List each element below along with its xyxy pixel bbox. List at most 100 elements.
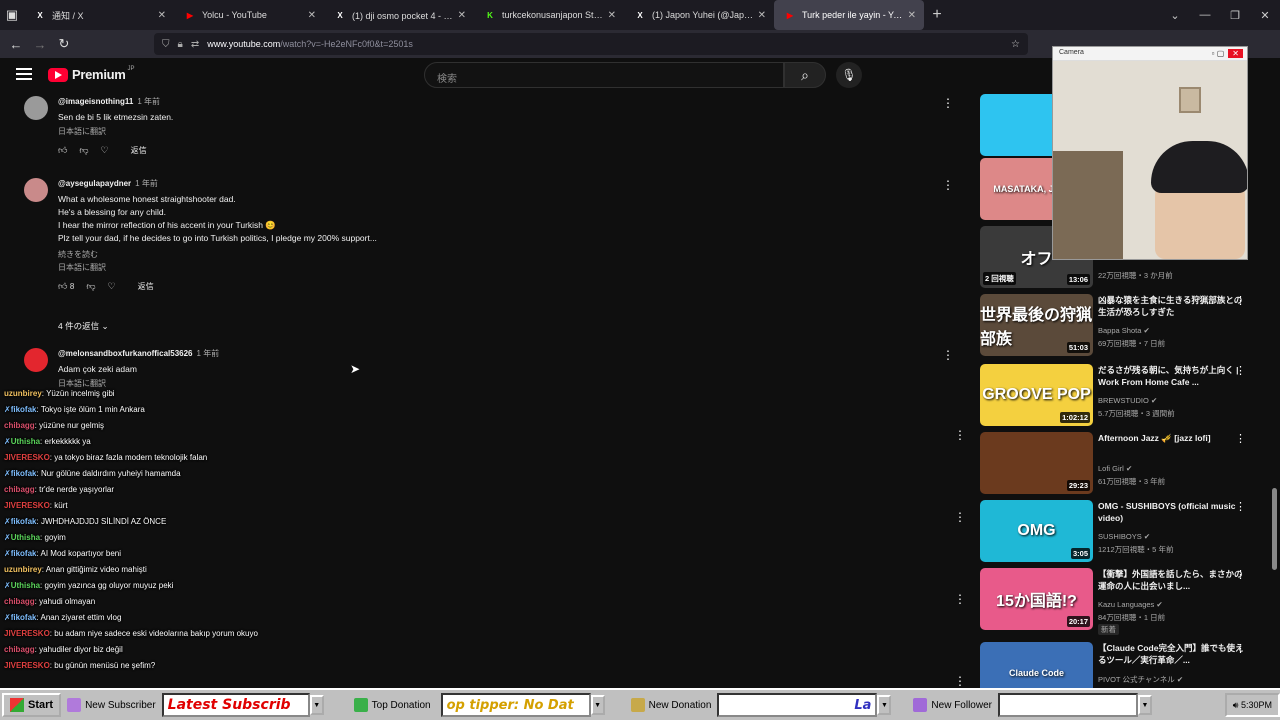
close-tab-icon[interactable]: ✕ [308,10,316,21]
dropdown-arrow-icon[interactable]: ▼ [1137,695,1152,715]
comment-time[interactable]: 1 年前 [137,97,160,106]
close-tab-icon[interactable]: ✕ [608,10,616,21]
browser-tab[interactable]: X (1) dji osmo pocket 4 - 検索 / X ✕ [324,0,474,30]
read-more-link[interactable]: 続きを読む [58,249,908,260]
camera-titlebar[interactable]: Camera ▫ ▢ ✕ [1053,47,1247,61]
search-icon[interactable]: ⌕ [784,62,826,88]
new-follower-widget[interactable]: New Follower [907,693,998,717]
comment-author[interactable]: @melonsandboxfurkanoffical53626 1 年前 [58,348,908,359]
camera-window[interactable]: Camera ▫ ▢ ✕ [1052,46,1248,260]
comment-author[interactable]: @imageisnothing11 1 年前 [58,96,908,107]
chat-username[interactable]: fikofak [11,549,37,558]
video-thumbnail[interactable]: 15か国語!? 20:17 [980,568,1093,630]
back-icon[interactable]: ← [4,37,28,52]
channel-name[interactable]: Kazu Languages ✔ [1098,600,1163,609]
close-tab-icon[interactable]: ✕ [158,10,166,21]
more-options-icon[interactable]: ⋮ [1235,568,1246,581]
avatar[interactable] [24,348,48,372]
more-options-icon[interactable]: ⋮ [1235,432,1246,445]
chat-username[interactable]: Uthisha [11,437,40,446]
avatar[interactable] [24,178,48,202]
channel-name[interactable]: Bappa Shota ✔ [1098,326,1150,335]
video-title[interactable]: OMG - SUSHIBOYS (official music video) [1098,500,1246,524]
more-options-icon[interactable]: ⋮ [942,348,954,362]
chat-username[interactable]: chibagg [4,421,35,430]
address-bar[interactable]: ⛉ 🔒︎ ⇄ www.youtube.com/watch?v=-He2eNFc0… [154,33,1028,55]
more-options-icon[interactable]: ⋮ [954,592,970,606]
lock-icon[interactable]: 🔒︎ [178,39,183,50]
reload-icon[interactable]: ↻ [52,36,76,52]
sidebar-video[interactable]: Claude Code 【Claude Code完全入門】誰でも使えるツール／実行… [980,642,1266,688]
chat-username[interactable]: JIVERESKO [4,629,50,638]
video-title[interactable]: 【Claude Code完全入門】誰でも使えるツール／実行革命／... [1098,642,1246,666]
sidebar-video[interactable]: GROOVE POP 1:02:12 だるさが残る朝に、気持ちが上向く | Work… [980,364,1266,428]
channel-name[interactable]: PIVOT 公式チャンネル ✔ [1098,674,1183,685]
heart-icon[interactable]: ♡ [101,145,109,156]
microphone-icon[interactable]: 🎙︎ [836,62,862,88]
chat-username[interactable]: fikofak [11,469,37,478]
browser-tab[interactable]: Kturkcekonusanjapon Stream - V ✕ [474,0,624,30]
dropdown-arrow-icon[interactable]: ▼ [590,695,605,715]
permissions-icon[interactable]: ⇄ [191,39,199,50]
more-options-icon[interactable]: ⋮ [1235,642,1246,655]
more-options-icon[interactable]: ⋮ [1235,294,1246,307]
comment-author[interactable]: @aysegulapaydner 1 年前 [58,178,908,189]
comment-handle[interactable]: @aysegulapaydner [58,179,131,188]
video-title[interactable]: だるさが残る朝に、気持ちが上向く | Work From Home Cafe .… [1098,364,1246,388]
comment-time[interactable]: 1 年前 [135,179,158,188]
start-button[interactable]: Start [2,693,62,717]
search-input[interactable]: 検索 [424,62,784,88]
sidebar-video[interactable]: 世界最後の狩猟部族 51:03 凶暴な猿を主食に生きる狩猟部族との生活が恐ろしすぎた… [980,294,1266,358]
more-options-icon[interactable]: ⋮ [954,510,970,524]
more-options-icon[interactable]: ⋮ [942,178,954,192]
browser-tab[interactable]: X (1) Japon Yuhei (@JaponYuhei ✕ [624,0,774,30]
video-thumbnail[interactable]: GROOVE POP 1:02:12 [980,364,1093,426]
tab-overflow-icon[interactable]: ⌄ [1160,9,1190,22]
sidebar-video[interactable]: 15か国語!? 20:17 【衝撃】外国語を話したら、まさかの運命の人に出会いまし.… [980,568,1266,635]
page-scrollbar[interactable] [1272,488,1277,570]
reply-button[interactable]: 返信 [131,145,147,156]
heart-icon[interactable]: ♡ [108,281,116,292]
new-subscriber-widget[interactable]: New Subscriber [61,693,162,717]
video-thumbnail[interactable]: OMG 3:05 [980,500,1093,562]
chat-username[interactable]: JIVERESKO [4,661,50,670]
browser-tab[interactable]: ▶ Turk peder ile yayin - YouTube ✕ [774,0,924,30]
avatar[interactable] [24,96,48,120]
chat-username[interactable]: chibagg [4,645,35,654]
video-title[interactable]: 【衝撃】外国語を話したら、まさかの運命の人に出会いまし... [1098,568,1246,592]
more-options-icon[interactable]: ⋮ [954,428,970,442]
more-options-icon[interactable]: ⋮ [1235,364,1246,377]
bookmark-star-icon[interactable]: ☆ [1011,39,1020,50]
reply-button[interactable]: 返信 [138,281,154,292]
comment-time[interactable]: 1 年前 [197,349,220,358]
comment-handle[interactable]: @melonsandboxfurkanoffical53626 [58,349,193,358]
sidebar-video[interactable]: 29:23 Afternoon Jazz 🎺 [jazz lofi] Lofi Gi… [980,432,1266,496]
close-window-button[interactable]: ✕ [1250,9,1280,22]
chat-username[interactable]: fikofak [11,613,37,622]
browser-tab[interactable]: ▶ Yolcu - YouTube ✕ [174,0,324,30]
minimize-button[interactable]: — [1190,9,1220,21]
like-icon[interactable]: 👍︎ 8 [58,281,74,292]
dislike-icon[interactable]: 👎︎ [79,145,88,156]
restore-button[interactable]: ❐ [1220,9,1250,22]
maximize-icon[interactable]: ▢ [1217,49,1225,58]
video-thumbnail[interactable]: 世界最後の狩猟部族 51:03 [980,294,1093,356]
chat-username[interactable]: fikofak [11,405,37,414]
video-title[interactable]: 凶暴な猿を主食に生きる狩猟部族との生活が恐ろしすぎた [1098,294,1246,318]
chat-username[interactable]: JIVERESKO [4,501,50,510]
channel-name[interactable]: SUSHIBOYS ✔ [1098,532,1150,541]
translate-link[interactable]: 日本語に翻訳 [58,262,908,273]
comment-handle[interactable]: @imageisnothing11 [58,97,133,106]
new-tab-button[interactable]: + [924,6,950,24]
dropdown-arrow-icon[interactable]: ▼ [309,695,324,715]
dropdown-arrow-icon[interactable]: ▼ [877,695,892,715]
tab-list-icon[interactable]: ▣ [0,7,24,23]
hamburger-menu-icon[interactable] [16,68,32,80]
url-text[interactable]: www.youtube.com/watch?v=-He2eNFc0f0&t=25… [207,39,413,49]
video-thumbnail[interactable]: Claude Code [980,642,1093,688]
chat-username[interactable]: uzunbirey [4,389,42,398]
close-icon[interactable]: ✕ [1228,49,1243,58]
close-tab-icon[interactable]: ✕ [758,10,766,21]
channel-name[interactable]: BREWSTUDIO ✔ [1098,396,1157,405]
shield-icon[interactable]: ⛉ [162,39,170,50]
